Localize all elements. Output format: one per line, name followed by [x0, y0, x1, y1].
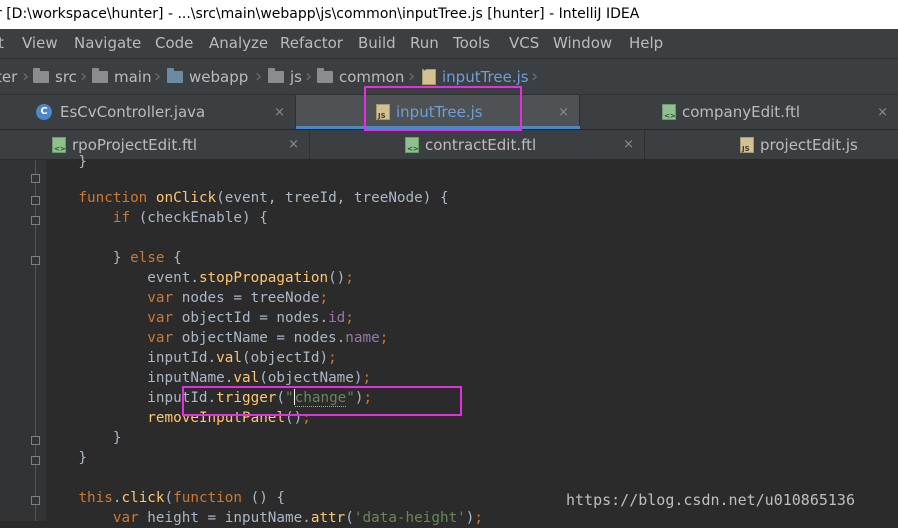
menu-file[interactable]: t [0, 29, 4, 58]
code-line: var height = inputName.attr('data-height… [44, 510, 484, 526]
close-icon[interactable]: × [274, 105, 285, 120]
tab-projectedit[interactable]: projectEdit.js [645, 130, 898, 159]
window-title-bar: r [D:\workspace\hunter] - ...\src\main\w… [0, 0, 898, 29]
code-line: this.click(function () { [78, 490, 286, 506]
menu-refactor[interactable]: Refactor [280, 29, 343, 58]
code-line: event.stopPropagation(); [44, 270, 354, 286]
close-icon[interactable]: × [877, 105, 888, 120]
js-file-icon [740, 136, 754, 153]
tab-companyedit[interactable]: companyEdit.ftl × [580, 95, 898, 129]
fold-marker-icon[interactable] [31, 174, 40, 183]
breadcrumb-label: main [114, 68, 152, 86]
code-line: } [44, 154, 88, 170]
menu-view[interactable]: View [22, 29, 58, 58]
breadcrumb-separator-icon: › [305, 66, 313, 87]
folder-icon [317, 68, 333, 83]
folder-icon [33, 68, 49, 83]
watermark: https://blog.csdn.net/u010865136 [566, 491, 855, 509]
web-folder-icon [167, 68, 183, 83]
code-editor[interactable]: } function onClick(event, treeId, treeNo… [0, 154, 898, 526]
code-line: inputId.val(objectId); [44, 350, 337, 366]
menu-window[interactable]: Window [553, 29, 612, 58]
breadcrumb-label: webapp [189, 68, 249, 86]
menu-tools[interactable]: Tools [453, 29, 490, 58]
fold-marker-icon[interactable] [31, 456, 40, 465]
code-line: } [44, 430, 122, 446]
editor-tab-row-2: rpoProjectEdit.ftl × contractEdit.ftl × … [0, 130, 898, 160]
code-line: var objectName = nodes.name; [44, 330, 389, 346]
breadcrumb-label: js [290, 68, 302, 86]
fold-marker-icon[interactable] [31, 196, 40, 205]
breadcrumb-project[interactable]: ter [0, 59, 17, 95]
tab-label: rpoProjectEdit.ftl [72, 135, 198, 154]
code-line: } [44, 450, 88, 466]
close-icon[interactable]: × [288, 137, 299, 152]
menu-vcs[interactable]: VCS [509, 29, 539, 58]
fold-marker-icon[interactable] [31, 436, 40, 445]
close-icon[interactable]: × [623, 137, 634, 152]
fold-marker-icon[interactable] [31, 496, 40, 505]
breadcrumb-webapp[interactable]: webapp [167, 59, 248, 95]
fold-marker-icon[interactable] [31, 256, 40, 265]
menu-navigate[interactable]: Navigate [74, 29, 141, 58]
breadcrumb-label: src [55, 68, 77, 86]
code-text[interactable]: } function onClick(event, treeId, treeNo… [44, 154, 483, 526]
breadcrumb-label: ter [0, 68, 18, 86]
menu-bar: t View Navigate Code Analyze Refactor Bu… [0, 29, 898, 58]
editor-gutter [0, 160, 46, 521]
java-class-icon: C [36, 104, 52, 120]
breadcrumb-separator-icon: › [255, 66, 263, 87]
close-icon[interactable]: × [558, 105, 569, 120]
ftl-file-icon [405, 136, 419, 153]
code-line: inputName.val(objectName); [44, 370, 372, 386]
code-line: function onClick(event, treeId, treeNode… [44, 190, 449, 206]
code-line: var objectId = nodes.id; [44, 310, 354, 326]
code-line: var nodes = treeNode; [44, 290, 329, 306]
tab-label: projectEdit.js [760, 135, 858, 154]
highlight-box-tab [364, 86, 522, 131]
breadcrumb-separator-icon: › [80, 66, 88, 87]
breadcrumb-main[interactable]: main [92, 59, 151, 95]
menu-build[interactable]: Build [358, 29, 396, 58]
breadcrumb-src[interactable]: src [33, 59, 77, 95]
breadcrumb-separator-icon: › [154, 66, 162, 87]
tab-contractedit[interactable]: contractEdit.ftl × [310, 130, 645, 159]
menu-help[interactable]: Help [629, 29, 663, 58]
fold-guide-line [35, 160, 36, 521]
tab-escvcontroller[interactable]: C EsCvController.java × [0, 95, 296, 129]
tab-label: contractEdit.ftl [425, 135, 537, 154]
code-line: } else { [44, 250, 182, 266]
folder-icon [268, 68, 284, 83]
menu-analyze[interactable]: Analyze [209, 29, 268, 58]
breadcrumb-separator-icon: › [531, 66, 539, 87]
menu-code[interactable]: Code [155, 29, 193, 58]
fold-marker-icon[interactable] [31, 216, 40, 225]
ftl-file-icon [662, 104, 676, 120]
js-file-icon [422, 49, 436, 85]
breadcrumb-js[interactable]: js [268, 59, 302, 95]
window-title: r [D:\workspace\hunter] - ...\src\main\w… [0, 6, 640, 22]
breadcrumb-separator-icon: › [22, 66, 30, 87]
highlight-box-code [182, 386, 462, 416]
tab-label: EsCvController.java [60, 103, 206, 121]
code-line: if (checkEnable) { [44, 210, 268, 226]
tab-label: companyEdit.ftl [682, 103, 801, 121]
ftl-file-icon [52, 136, 66, 153]
folder-icon [92, 68, 108, 83]
